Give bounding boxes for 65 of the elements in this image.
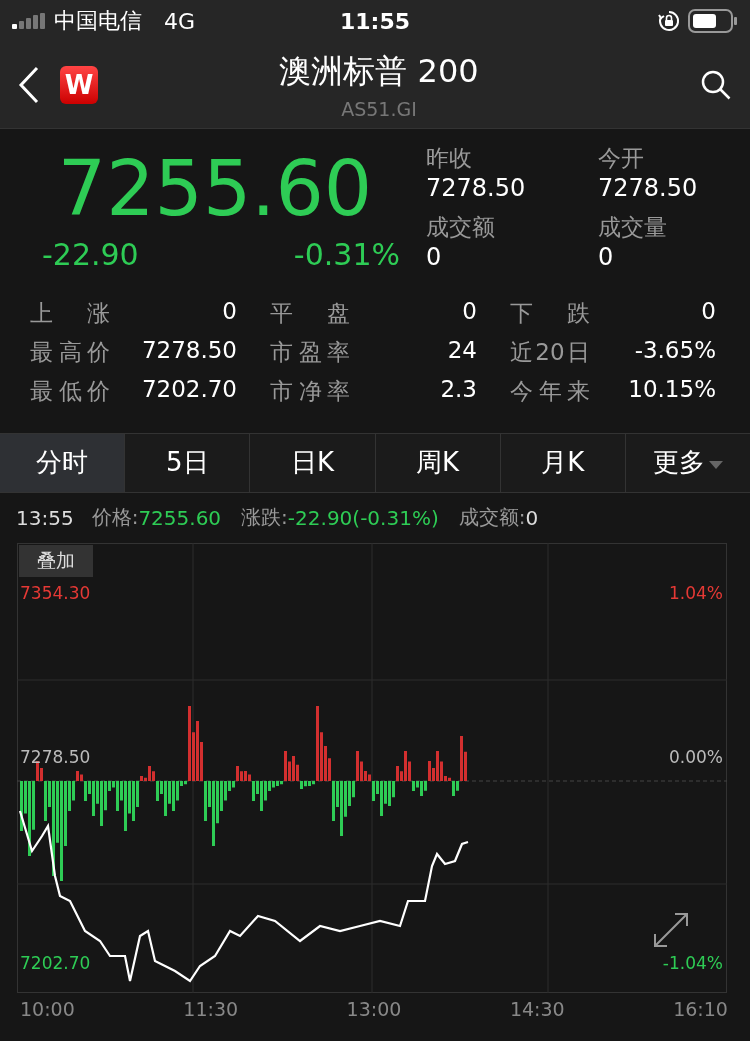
info-label: 涨跌: <box>241 504 288 532</box>
stat-value: 0 <box>462 297 477 326</box>
app-logo[interactable]: W <box>60 66 98 104</box>
price-change: -22.90 <box>42 236 139 272</box>
network-type: 4G <box>164 8 196 34</box>
stat-label: 近20日 <box>510 337 590 367</box>
info-value: 0 <box>525 505 539 530</box>
stat-label: 今年来 <box>510 376 590 406</box>
fact-label: 成交量 <box>598 213 668 243</box>
fact-value: 0 <box>426 243 443 272</box>
stat-value: 2.3 <box>440 375 477 404</box>
stat-label: 市净率 <box>270 376 350 406</box>
page-title: 澳洲标普 200 <box>279 51 479 92</box>
percent-change: -0.31% <box>293 236 400 272</box>
period-tab[interactable]: 分时 <box>0 433 126 492</box>
info-value: -22.90(-0.31%) <box>287 505 439 530</box>
stat-value: 7278.50 <box>141 336 237 365</box>
price-axis-label: 7354.30 <box>20 582 91 603</box>
period-tab[interactable]: 周K <box>375 433 501 492</box>
expand-icon <box>653 911 689 948</box>
price-axis-label: 7202.70 <box>20 952 91 973</box>
percent-axis-label: -1.04% <box>662 952 723 973</box>
info-time: 13:55 <box>16 505 74 530</box>
stat-label: 下跌 <box>510 298 590 328</box>
status-time: 11:55 <box>340 8 410 34</box>
index-code: AS51.GI <box>341 98 417 120</box>
time-axis-label: 16:10 <box>673 997 728 1020</box>
stat-value: 0 <box>701 297 716 326</box>
fact-label: 昨收 <box>426 144 473 173</box>
time-axis-label: 13:00 <box>346 997 402 1020</box>
info-label: 价格: <box>91 504 139 532</box>
stat-label: 平盘 <box>270 298 350 328</box>
signal-icon <box>12 13 46 29</box>
info-label: 成交额: <box>458 504 526 532</box>
carrier-name: 中国电信 <box>54 7 142 35</box>
stat-value: -3.65% <box>634 336 716 365</box>
fact-value: 7278.50 <box>598 174 699 202</box>
period-tab[interactable]: 月K <box>500 433 626 492</box>
fact-label: 今开 <box>598 144 645 173</box>
stat-label: 最高价 <box>30 337 110 367</box>
time-axis-label: 11:30 <box>183 997 239 1020</box>
info-value: 7255.60 <box>138 505 222 530</box>
period-tab[interactable]: 5日 <box>125 433 251 492</box>
percent-axis-label: 1.04% <box>669 582 723 603</box>
fact-value: 7278.50 <box>426 174 527 202</box>
rotation-lock-icon <box>658 10 680 32</box>
time-axis-label: 14:30 <box>509 997 565 1020</box>
stat-value: 10.15% <box>628 375 716 404</box>
stat-label: 最低价 <box>30 376 110 406</box>
search-button[interactable] <box>700 69 732 101</box>
stat-label: 市盈率 <box>270 337 350 367</box>
fact-value: 0 <box>598 243 615 272</box>
price-axis-label: 7278.50 <box>20 746 91 767</box>
stat-value: 7202.70 <box>141 375 237 404</box>
stat-label: 上涨 <box>30 298 110 328</box>
battery-icon <box>688 9 738 33</box>
percent-axis-label: 0.00% <box>669 746 723 767</box>
period-tab[interactable]: 更多 <box>625 433 750 492</box>
period-tab[interactable]: 日K <box>250 433 376 492</box>
current-price: 7255.60 <box>56 147 374 231</box>
stat-value: 24 <box>447 336 477 365</box>
overlay-button[interactable]: 叠加 <box>19 544 93 577</box>
fact-label: 成交额 <box>426 213 496 243</box>
time-axis-label: 10:00 <box>20 997 75 1020</box>
stat-value: 0 <box>222 297 237 326</box>
